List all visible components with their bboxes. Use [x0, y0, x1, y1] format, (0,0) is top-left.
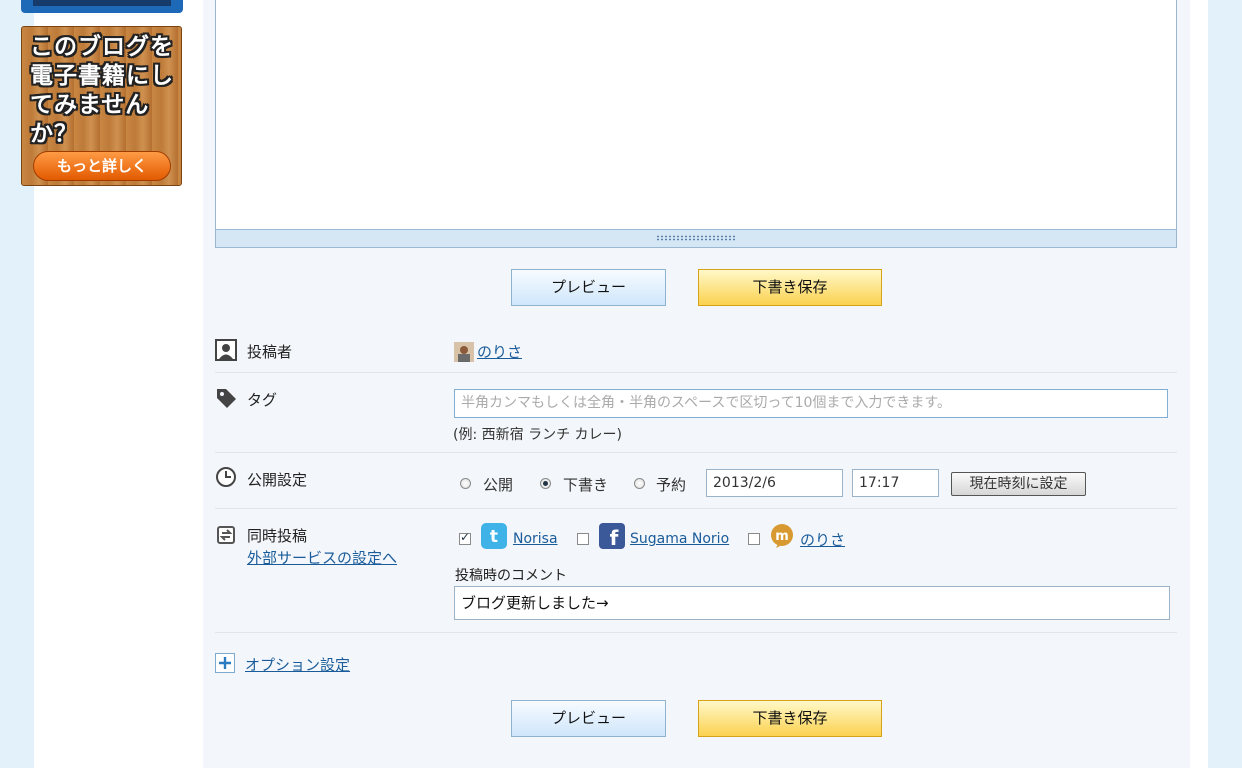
publish-date-input[interactable]: 2013/2/6 [706, 469, 843, 497]
radio-draft[interactable] [540, 478, 551, 489]
tags-input[interactable]: 半角カンマもしくは全角・半角のスペースで区切って10個まで入力できます。 [454, 389, 1168, 418]
radio-public[interactable] [460, 478, 471, 489]
user-icon [215, 339, 237, 361]
author-label: 投稿者 [247, 343, 293, 361]
svg-text:t: t [490, 527, 498, 547]
facebook-icon: f [599, 523, 625, 549]
mixi-account-link[interactable]: のりさ [800, 529, 845, 550]
tags-label: タグ [247, 391, 278, 409]
post-comment-label: 投稿時のコメント [455, 568, 567, 584]
preview-button-bottom[interactable]: プレビュー [511, 700, 666, 737]
preview-button-top[interactable]: プレビュー [511, 269, 666, 306]
mixi-checkbox[interactable] [748, 533, 760, 545]
facebook-account-link[interactable]: Sugama Norio [630, 531, 729, 547]
mixi-icon: m [771, 524, 793, 548]
divider [215, 452, 1177, 453]
external-settings-link[interactable]: 外部サービスの設定へ [247, 547, 397, 568]
ebook-more-button[interactable]: もっと詳しく [33, 151, 171, 181]
set-current-time-button[interactable]: 現在時刻に設定 [951, 472, 1086, 496]
clock-icon [216, 467, 236, 487]
svg-text:m: m [775, 529, 789, 544]
expand-plus-icon[interactable] [215, 653, 235, 673]
divider [215, 632, 1177, 633]
author-name-link[interactable]: のりさ [477, 341, 522, 362]
radio-draft-label: 下書き [563, 476, 609, 494]
radio-scheduled-label: 予約 [656, 476, 687, 494]
twitter-icon: t [481, 523, 507, 549]
twitter-account-link[interactable]: Norisa [513, 531, 558, 547]
ebook-banner-text: このブログを電子書籍にしてみませんか？ [30, 34, 174, 147]
post-body-editor[interactable] [215, 0, 1177, 248]
tags-example: (例: 西新宿 ランチ カレー) [453, 427, 622, 443]
grip-icon [656, 235, 736, 241]
svg-text:f: f [610, 526, 619, 549]
save-draft-button-bottom[interactable]: 下書き保存 [698, 700, 882, 737]
radio-scheduled[interactable] [634, 478, 645, 489]
author-avatar [454, 342, 474, 362]
ebook-banner[interactable]: このブログを電子書籍にしてみませんか？ もっと詳しく [21, 26, 182, 186]
post-comment-input[interactable]: ブログ更新しました→ [454, 586, 1170, 620]
radio-public-label: 公開 [483, 476, 514, 494]
divider [215, 372, 1177, 373]
save-draft-button-top[interactable]: 下書き保存 [698, 269, 882, 306]
sidebar-banner-top[interactable] [21, 0, 183, 13]
publish-label: 公開設定 [247, 471, 308, 489]
editor-resize-handle[interactable] [216, 229, 1176, 247]
publish-time-input[interactable]: 17:17 [852, 469, 939, 497]
twitter-checkbox[interactable] [459, 530, 471, 545]
option-settings-link[interactable]: オプション設定 [245, 654, 350, 675]
tag-icon [217, 389, 236, 408]
sync-icon [217, 526, 235, 544]
crosspost-label: 同時投稿 [247, 527, 308, 545]
facebook-checkbox[interactable] [577, 533, 589, 545]
divider [215, 508, 1177, 509]
